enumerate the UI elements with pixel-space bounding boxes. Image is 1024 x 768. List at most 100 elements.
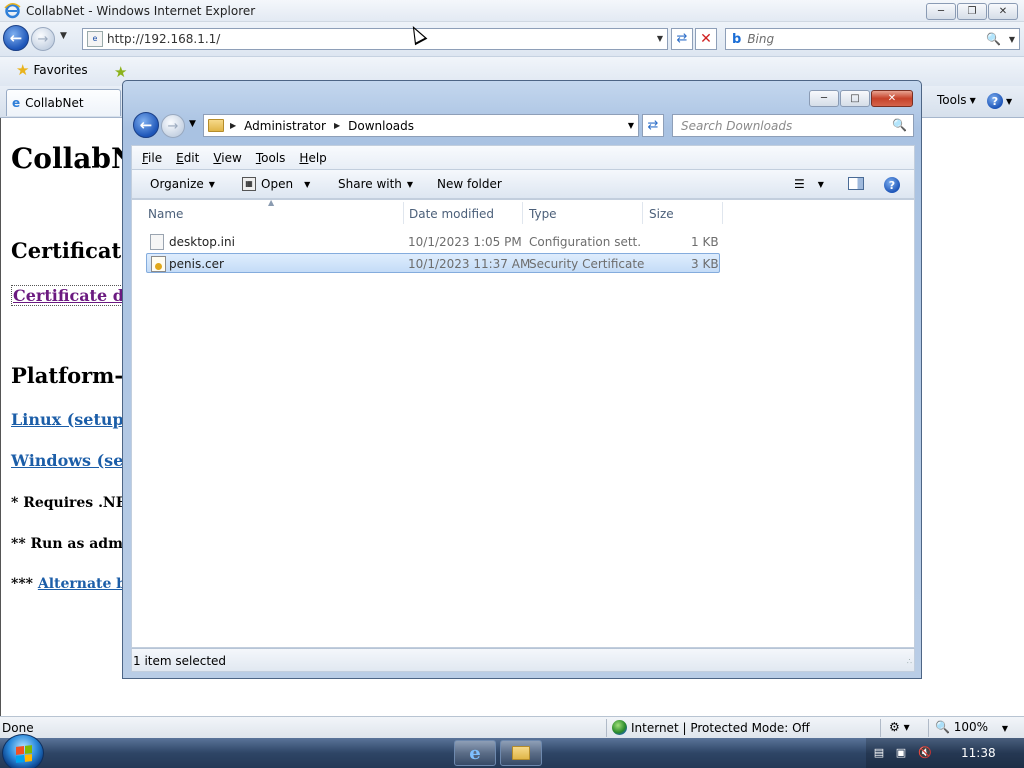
security-zone[interactable]: Internet | Protected Mode: Off	[612, 720, 810, 735]
zone-text: Internet | Protected Mode: Off	[631, 720, 810, 735]
settings-gear-icon[interactable]: ⚙ ▾	[889, 720, 910, 734]
stop-icon: ✕	[700, 31, 712, 47]
ie-status-bar: Done Internet | Protected Mode: Off ⚙ ▾ …	[0, 716, 1024, 738]
open-icon: ▦	[242, 177, 256, 191]
tools-menu-button[interactable]: Tools ▼	[937, 93, 976, 107]
search-input[interactable]: b Bing 🔍 ▼	[725, 28, 1020, 50]
column-type[interactable]: Type	[529, 207, 557, 221]
chevron-down-icon: ▼	[208, 179, 215, 189]
new-folder-button[interactable]: New folder	[437, 177, 502, 191]
explorer-back-button[interactable]: ←	[133, 112, 159, 138]
page-icon: e	[87, 31, 103, 47]
menu-edit[interactable]: Edit	[176, 151, 199, 165]
preview-pane-icon	[848, 177, 864, 190]
help-icon: ?	[987, 93, 1003, 109]
explorer-forward-button[interactable]: →	[161, 114, 185, 138]
zoom-level: 100%	[953, 720, 989, 734]
breadcrumb-administrator[interactable]: Administrator	[244, 119, 326, 133]
add-favorite-icon[interactable]: ★	[114, 63, 127, 81]
column-name[interactable]: Name	[148, 207, 183, 221]
maximize-button[interactable]: ❐	[957, 3, 987, 20]
explorer-close-button[interactable]: ✕	[871, 90, 913, 107]
recent-pages-dropdown[interactable]: ▼	[60, 31, 67, 41]
refresh-icon: ⇄	[676, 31, 688, 46]
file-size: 3 KB	[691, 257, 719, 271]
clock[interactable]: 11:38	[961, 746, 996, 760]
explorer-maximize-button[interactable]: □	[840, 90, 870, 107]
ie-titlebar[interactable]: CollabNet - Windows Internet Explorer ─ …	[0, 0, 1024, 22]
note-run-as-admin: ** Run as admin	[11, 536, 139, 552]
action-center-icon[interactable]: ▤	[872, 746, 886, 760]
note-alternate-prefix: ***	[11, 576, 38, 592]
address-input[interactable]: e http://192.168.1.1/ ▼	[82, 28, 668, 50]
file-date: 10/1/2023 1:05 PM	[408, 235, 522, 249]
forward-button[interactable]: →	[31, 27, 55, 51]
chevron-down-icon: ▼	[817, 179, 824, 189]
menu-help[interactable]: Help	[299, 151, 326, 165]
maximize-icon: □	[850, 93, 860, 104]
explorer-refresh-button[interactable]: ⇄	[642, 114, 664, 137]
refresh-button[interactable]: ⇄	[671, 28, 693, 50]
resize-grip-icon[interactable]: ∴	[907, 657, 912, 666]
share-with-label: Share with	[338, 177, 402, 191]
explorer-help-button[interactable]: ?	[884, 177, 900, 193]
preview-pane-button[interactable]	[848, 177, 864, 190]
network-icon[interactable]: ▣	[894, 746, 908, 760]
breadcrumb-downloads[interactable]: Downloads	[348, 119, 414, 133]
forward-arrow-icon: →	[167, 118, 179, 134]
certificate-heading: Certificate	[11, 238, 135, 263]
search-icon[interactable]: 🔍	[986, 32, 1001, 46]
explorer-search-input[interactable]: Search Downloads 🔍	[672, 114, 914, 137]
taskbar: e ▤ ▣ 🔇 11:38	[0, 734, 1024, 768]
certificate-file-icon	[151, 256, 166, 272]
search-icon[interactable]: 🔍	[892, 118, 907, 132]
open-button[interactable]: ▦ Open ▼	[242, 177, 310, 191]
restore-icon: ❐	[967, 6, 977, 17]
explorer-window[interactable]: ─ □ ✕ ← → ▼ ▶ Administrator ▶ Downloads …	[122, 80, 922, 679]
favorites-button[interactable]: ★ Favorites	[16, 63, 88, 78]
explorer-address-bar[interactable]: ▶ Administrator ▶ Downloads ▼	[203, 114, 639, 137]
linux-setup-link[interactable]: Linux (setupc	[11, 410, 133, 429]
close-button[interactable]: ✕	[988, 3, 1018, 20]
close-icon: ✕	[887, 93, 897, 104]
file-list[interactable]: ▲ Name Date modified Type Size desktop.i…	[131, 198, 915, 648]
ie-icon: e	[469, 742, 481, 764]
organize-label: Organize	[150, 177, 204, 191]
new-folder-label: New folder	[437, 177, 502, 191]
stop-button[interactable]: ✕	[695, 28, 717, 50]
volume-muted-icon[interactable]: 🔇	[918, 746, 932, 760]
tab-collabnet[interactable]: e CollabNet	[6, 89, 121, 116]
change-view-button[interactable]: ☰ ▼	[794, 177, 824, 191]
column-size[interactable]: Size	[649, 207, 674, 221]
address-dropdown-icon[interactable]: ▼	[657, 34, 663, 43]
breadcrumb-arrow-icon[interactable]: ▶	[334, 121, 340, 130]
certificate-download-link[interactable]: Certificate do	[11, 285, 137, 306]
chevron-down-icon: ▼	[969, 95, 976, 105]
share-with-button[interactable]: Share with ▼	[338, 177, 413, 191]
minimize-icon: ─	[820, 93, 828, 104]
file-list-header: ▲ Name Date modified Type Size	[132, 198, 914, 226]
file-type: Security Certificate	[529, 257, 645, 271]
breadcrumb-arrow-icon[interactable]: ▶	[230, 121, 236, 130]
taskbar-explorer-button[interactable]	[500, 740, 542, 766]
column-date-modified[interactable]: Date modified	[409, 207, 494, 221]
taskbar-ie-button[interactable]: e	[454, 740, 496, 766]
recent-locations-dropdown[interactable]: ▼	[189, 119, 196, 129]
minimize-button[interactable]: ─	[926, 3, 956, 20]
file-row-penis-cer[interactable]: penis.cer 10/1/2023 11:37 AM Security Ce…	[146, 253, 720, 273]
file-row-desktop-ini[interactable]: desktop.ini 10/1/2023 1:05 PM Configurat…	[146, 232, 720, 252]
file-name: penis.cer	[169, 257, 224, 271]
back-button[interactable]: ←	[3, 25, 29, 51]
organize-button[interactable]: Organize ▼	[150, 177, 215, 191]
menu-file[interactable]: File	[142, 151, 162, 165]
windows-setup-link[interactable]: Windows (set	[11, 451, 131, 470]
help-menu-button[interactable]: ? ▼	[987, 93, 1012, 109]
address-dropdown-icon[interactable]: ▼	[628, 121, 634, 130]
search-dropdown-icon[interactable]: ▼	[1009, 35, 1015, 44]
zoom-control[interactable]: 🔍 100% ▼	[935, 720, 1008, 734]
explorer-minimize-button[interactable]: ─	[809, 90, 839, 107]
menu-view[interactable]: View	[213, 151, 241, 165]
forward-arrow-icon: →	[37, 31, 49, 47]
start-button[interactable]	[2, 734, 44, 768]
menu-tools[interactable]: Tools	[256, 151, 286, 165]
